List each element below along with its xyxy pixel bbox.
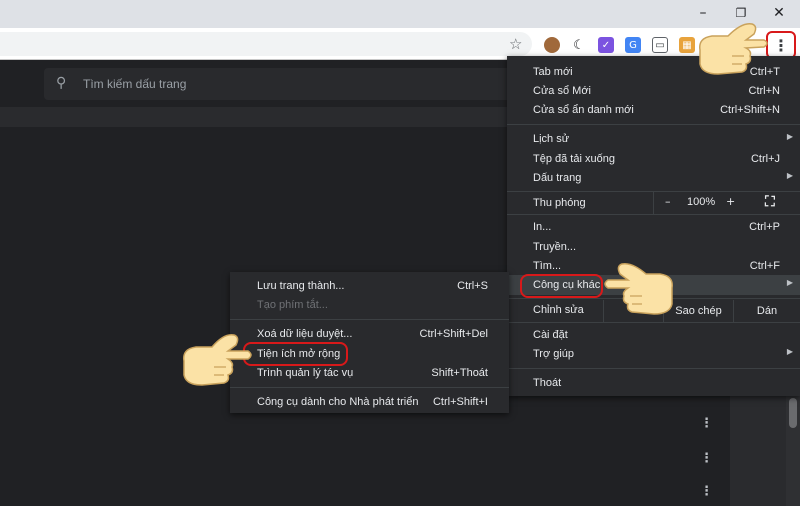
extension-chat-icon[interactable]: ▭ <box>652 37 668 53</box>
search-icon: ⚲ <box>56 75 67 91</box>
pointing-hand-icon <box>604 262 673 315</box>
menu-item-label: Cửa sổ ẩn danh mới <box>533 104 634 116</box>
menu-item-shortcut: Ctrl+Shift+Del <box>419 328 488 340</box>
submenu-item-task-manager[interactable]: Trình quản lý tác vụ Shift+Thoát <box>230 363 509 383</box>
menu-item-label: Lịch sử <box>533 133 570 145</box>
menu-item-label: Tab mới <box>533 66 573 78</box>
menu-item-label: Tìm... <box>533 260 562 272</box>
menu-item-help[interactable]: Trợ giúp ▶ <box>507 344 800 364</box>
title-bar <box>0 0 800 28</box>
menu-item-label: Lưu trang thành... <box>257 280 345 292</box>
extension-moon-icon[interactable]: ☾ <box>571 37 587 53</box>
menu-item-label: Cửa sổ Mới <box>533 85 591 97</box>
extension-check-icon[interactable]: ✓ <box>598 37 614 53</box>
submenu-arrow-icon: ▶ <box>786 278 793 287</box>
three-dots-vertical-icon: ⋮ <box>773 35 789 55</box>
zoom-row: Thu phóng – 100% + ⛶ <box>507 192 800 214</box>
menu-divider <box>230 319 509 320</box>
zoom-value: 100% <box>687 196 716 208</box>
paste-button[interactable]: Dán <box>733 300 800 322</box>
submenu-arrow-icon: ▶ <box>786 132 793 141</box>
menu-item-label: Trình quản lý tác vụ <box>257 367 354 379</box>
menu-item-exit[interactable]: Thoát <box>507 373 800 393</box>
menu-item-cast[interactable]: Truyền... <box>507 237 800 257</box>
menu-item-label: Tệp đã tải xuống <box>533 153 615 165</box>
chrome-menu-button[interactable]: ⋮ <box>766 31 796 59</box>
zoom-in-button[interactable]: + <box>726 195 735 208</box>
menu-item-bookmarks[interactable]: Dấu trang ▶ <box>507 168 800 188</box>
menu-item-label: Trợ giúp <box>533 348 575 360</box>
zoom-label: Thu phóng <box>533 197 586 209</box>
menu-item-label: Truyền... <box>533 241 576 253</box>
menu-item-label: Cài đặt <box>533 329 568 341</box>
zoom-out-button[interactable]: – <box>665 195 671 208</box>
submenu-arrow-icon: ▶ <box>786 347 793 356</box>
menu-item-downloads[interactable]: Tệp đã tải xuống Ctrl+J <box>507 149 800 169</box>
submenu-arrow-icon: ▶ <box>786 171 793 180</box>
menu-item-shortcut: Ctrl+N <box>748 85 780 97</box>
submenu-item-create-shortcut: Tạo phím tắt... <box>230 295 509 315</box>
search-placeholder: Tìm kiếm dấu trang <box>83 77 187 91</box>
menu-item-shortcut: Ctrl+Shift+N <box>720 104 780 116</box>
menu-item-label: Tạo phím tắt... <box>257 299 328 311</box>
submenu-item-clear-browsing-data[interactable]: Xoá dữ liệu duyệt... Ctrl+Shift+Del <box>230 324 509 344</box>
menu-item-shortcut: Ctrl+P <box>749 221 780 233</box>
extensions-highlight <box>243 342 348 366</box>
menu-item-label: Công cụ dành cho Nhà phát triển <box>257 396 419 408</box>
pointing-hand-icon <box>183 334 252 386</box>
extension-picture-icon[interactable]: ▦ <box>679 37 695 53</box>
chrome-main-menu: Tab mới Ctrl+T Cửa sổ Mới Ctrl+N Cửa sổ … <box>507 56 800 396</box>
more-tools-highlight <box>520 274 603 298</box>
menu-item-label: In... <box>533 221 552 233</box>
more-options-icon[interactable]: ⋮ <box>700 451 713 466</box>
menu-item-label: Xoá dữ liệu duyệt... <box>257 328 353 340</box>
submenu-item-save-page[interactable]: Lưu trang thành... Ctrl+S <box>230 276 509 296</box>
fullscreen-icon[interactable]: ⛶ <box>765 194 775 210</box>
extension-translate-icon[interactable]: G <box>625 37 641 53</box>
more-options-icon[interactable]: ⋮ <box>700 484 713 499</box>
menu-item-shortcut: Ctrl+J <box>750 153 780 165</box>
menu-divider <box>230 387 509 388</box>
menu-item-shortcut: Shift+Thoát <box>431 367 488 379</box>
menu-item-label: Dấu trang <box>533 172 582 184</box>
menu-item-shortcut: Ctrl+S <box>457 280 488 292</box>
menu-item-settings[interactable]: Cài đặt <box>507 325 800 345</box>
menu-item-history[interactable]: Lịch sử ▶ <box>507 129 800 149</box>
more-options-icon[interactable]: ⋮ <box>700 416 713 431</box>
side-panel <box>730 395 786 506</box>
menu-item-label: Thoát <box>533 377 562 389</box>
menu-item-shortcut: Ctrl+F <box>749 260 780 272</box>
extension-cookie-icon[interactable] <box>544 37 560 53</box>
scrollbar-thumb[interactable] <box>789 398 797 428</box>
menu-item-print[interactable]: In... Ctrl+P <box>507 217 800 237</box>
menu-item-shortcut: Ctrl+Shift+I <box>432 396 488 408</box>
pointing-hand-icon <box>699 23 768 75</box>
edit-label: Chỉnh sửa <box>533 304 584 316</box>
menu-item-incognito-window[interactable]: Cửa sổ ẩn danh mới Ctrl+Shift+N <box>507 100 800 120</box>
menu-divider <box>507 214 800 215</box>
bookmark-star-icon[interactable]: ☆ <box>509 35 522 53</box>
address-bar[interactable] <box>0 32 532 56</box>
menu-divider <box>507 124 800 125</box>
submenu-item-developer-tools[interactable]: Công cụ dành cho Nhà phát triển Ctrl+Shi… <box>230 392 509 412</box>
menu-divider <box>507 368 800 369</box>
